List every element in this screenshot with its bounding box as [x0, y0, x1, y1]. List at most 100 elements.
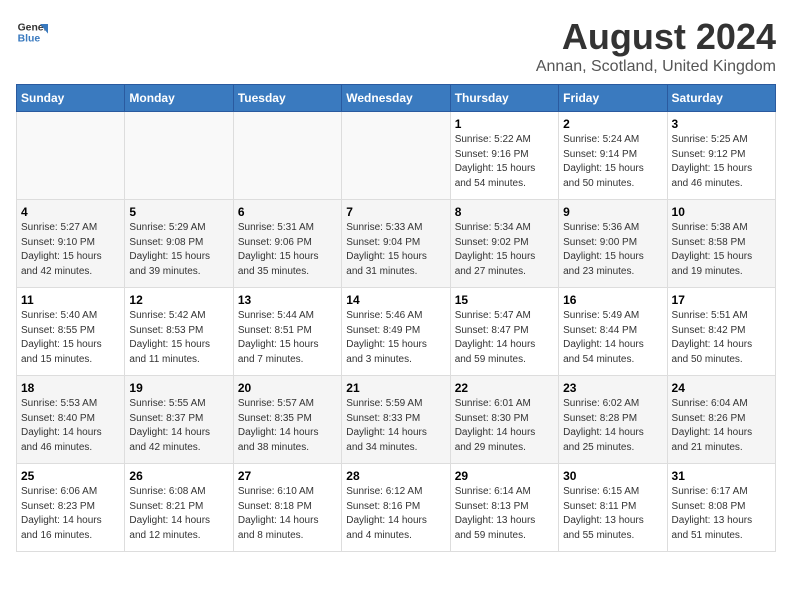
calendar-cell: 20 Sunrise: 5:57 AMSunset: 8:35 PMDayligh… — [233, 376, 341, 464]
calendar-cell — [125, 112, 233, 200]
day-info: Sunrise: 5:29 AMSunset: 9:08 PMDaylight:… — [129, 221, 228, 279]
day-number: 28 — [346, 469, 445, 483]
calendar-cell: 11 Sunrise: 5:40 AMSunset: 8:55 PMDayligh… — [17, 288, 125, 376]
calendar-cell: 1Sunrise: 5:22 AMSunset: 9:16 PMDaylight… — [450, 112, 558, 200]
calendar-cell: 7 Sunrise: 5:33 AMSunset: 9:04 PMDaylight… — [342, 200, 450, 288]
header-thursday: Thursday — [450, 85, 558, 112]
day-number: 19 — [129, 381, 228, 395]
day-number: 9 — [563, 205, 662, 219]
calendar-table: Sunday Monday Tuesday Wednesday Thursday… — [16, 84, 776, 552]
day-number: 16 — [563, 293, 662, 307]
day-number: 10 — [672, 205, 771, 219]
day-number: 18 — [21, 381, 120, 395]
day-number: 21 — [346, 381, 445, 395]
day-number: 1 — [455, 117, 554, 131]
day-number: 25 — [21, 469, 120, 483]
calendar-cell: 30Sunrise: 6:15 AMSunset: 8:11 PMDayligh… — [559, 464, 667, 552]
day-info: Sunrise: 5:49 AMSunset: 8:44 PMDaylight:… — [563, 309, 662, 367]
calendar-cell — [233, 112, 341, 200]
day-info: Sunrise: 5:40 AMSunset: 8:55 PMDaylight:… — [21, 309, 120, 367]
day-info: Sunrise: 5:36 AMSunset: 9:00 PMDaylight:… — [563, 221, 662, 279]
day-number: 29 — [455, 469, 554, 483]
calendar-cell: 19 Sunrise: 5:55 AMSunset: 8:37 PMDayligh… — [125, 376, 233, 464]
calendar-cell: 3 Sunrise: 5:25 AMSunset: 9:12 PMDaylight… — [667, 112, 775, 200]
calendar-cell: 28 Sunrise: 6:12 AMSunset: 8:16 PMDayligh… — [342, 464, 450, 552]
calendar-cell: 15 Sunrise: 5:47 AMSunset: 8:47 PMDayligh… — [450, 288, 558, 376]
day-number: 31 — [672, 469, 771, 483]
day-number: 17 — [672, 293, 771, 307]
calendar-location: Annan, Scotland, United Kingdom — [536, 58, 776, 76]
calendar-cell: 6 Sunrise: 5:31 AMSunset: 9:06 PMDaylight… — [233, 200, 341, 288]
calendar-cell: 2 Sunrise: 5:24 AMSunset: 9:14 PMDaylight… — [559, 112, 667, 200]
day-number: 22 — [455, 381, 554, 395]
day-info: Sunrise: 5:33 AMSunset: 9:04 PMDaylight:… — [346, 221, 445, 279]
day-number: 8 — [455, 205, 554, 219]
calendar-cell: 29 Sunrise: 6:14 AMSunset: 8:13 PMDayligh… — [450, 464, 558, 552]
day-info: Sunrise: 6:02 AMSunset: 8:28 PMDaylight:… — [563, 397, 662, 455]
header-tuesday: Tuesday — [233, 85, 341, 112]
day-info: Sunrise: 5:59 AMSunset: 8:33 PMDaylight:… — [346, 397, 445, 455]
day-number: 11 — [21, 293, 120, 307]
day-info: Sunrise: 5:31 AMSunset: 9:06 PMDaylight:… — [238, 221, 337, 279]
day-info: Sunrise: 5:53 AMSunset: 8:40 PMDaylight:… — [21, 397, 120, 455]
calendar-cell: 18 Sunrise: 5:53 AMSunset: 8:40 PMDayligh… — [17, 376, 125, 464]
calendar-cell: 12 Sunrise: 5:42 AMSunset: 8:53 PMDayligh… — [125, 288, 233, 376]
week-row-0: 1Sunrise: 5:22 AMSunset: 9:16 PMDaylight… — [17, 112, 776, 200]
day-info: Sunrise: 6:06 AMSunset: 8:23 PMDaylight:… — [21, 485, 120, 543]
svg-text:Blue: Blue — [18, 34, 41, 45]
day-number: 14 — [346, 293, 445, 307]
calendar-cell: 8 Sunrise: 5:34 AMSunset: 9:02 PMDaylight… — [450, 200, 558, 288]
header-monday: Monday — [125, 85, 233, 112]
day-number: 7 — [346, 205, 445, 219]
week-row-1: 4 Sunrise: 5:27 AMSunset: 9:10 PMDaylight… — [17, 200, 776, 288]
day-number: 2 — [563, 117, 662, 131]
calendar-header-row: Sunday Monday Tuesday Wednesday Thursday… — [17, 85, 776, 112]
calendar-cell: 9 Sunrise: 5:36 AMSunset: 9:00 PMDaylight… — [559, 200, 667, 288]
day-number: 13 — [238, 293, 337, 307]
calendar-cell: 25 Sunrise: 6:06 AMSunset: 8:23 PMDayligh… — [17, 464, 125, 552]
day-info: Sunrise: 5:57 AMSunset: 8:35 PMDaylight:… — [238, 397, 337, 455]
week-row-4: 25 Sunrise: 6:06 AMSunset: 8:23 PMDayligh… — [17, 464, 776, 552]
page-header: General Blue General Blue August 2024 An… — [16, 16, 776, 76]
day-info: Sunrise: 5:55 AMSunset: 8:37 PMDaylight:… — [129, 397, 228, 455]
day-info: Sunrise: 6:14 AMSunset: 8:13 PMDaylight:… — [455, 485, 554, 543]
calendar-cell: 26Sunrise: 6:08 AMSunset: 8:21 PMDayligh… — [125, 464, 233, 552]
calendar-cell: 10 Sunrise: 5:38 AMSunset: 8:58 PMDayligh… — [667, 200, 775, 288]
calendar-cell — [342, 112, 450, 200]
day-info: Sunrise: 6:12 AMSunset: 8:16 PMDaylight:… — [346, 485, 445, 543]
day-info: Sunrise: 5:44 AMSunset: 8:51 PMDaylight:… — [238, 309, 337, 367]
day-number: 23 — [563, 381, 662, 395]
header-friday: Friday — [559, 85, 667, 112]
day-info: Sunrise: 5:46 AMSunset: 8:49 PMDaylight:… — [346, 309, 445, 367]
day-number: 12 — [129, 293, 228, 307]
calendar-cell — [17, 112, 125, 200]
day-number: 3 — [672, 117, 771, 131]
calendar-cell: 31 Sunrise: 6:17 AMSunset: 8:08 PMDayligh… — [667, 464, 775, 552]
day-info: Sunrise: 6:17 AMSunset: 8:08 PMDaylight:… — [672, 485, 771, 543]
header-wednesday: Wednesday — [342, 85, 450, 112]
day-info: Sunrise: 6:10 AMSunset: 8:18 PMDaylight:… — [238, 485, 337, 543]
day-number: 20 — [238, 381, 337, 395]
calendar-cell: 13 Sunrise: 5:44 AMSunset: 8:51 PMDayligh… — [233, 288, 341, 376]
day-info: Sunrise: 5:27 AMSunset: 9:10 PMDaylight:… — [21, 221, 120, 279]
day-number: 27 — [238, 469, 337, 483]
logo: General Blue General Blue — [16, 16, 48, 48]
calendar-cell: 27 Sunrise: 6:10 AMSunset: 8:18 PMDayligh… — [233, 464, 341, 552]
day-info: Sunrise: 5:34 AMSunset: 9:02 PMDaylight:… — [455, 221, 554, 279]
day-info: Sunrise: 6:01 AMSunset: 8:30 PMDaylight:… — [455, 397, 554, 455]
day-number: 4 — [21, 205, 120, 219]
day-number: 5 — [129, 205, 228, 219]
day-info: Sunrise: 5:42 AMSunset: 8:53 PMDaylight:… — [129, 309, 228, 367]
week-row-2: 11 Sunrise: 5:40 AMSunset: 8:55 PMDayligh… — [17, 288, 776, 376]
day-number: 15 — [455, 293, 554, 307]
day-number: 6 — [238, 205, 337, 219]
day-info: Sunrise: 5:47 AMSunset: 8:47 PMDaylight:… — [455, 309, 554, 367]
calendar-cell: 16 Sunrise: 5:49 AMSunset: 8:44 PMDayligh… — [559, 288, 667, 376]
logo-icon: General Blue — [16, 16, 48, 48]
day-info: Sunrise: 6:15 AMSunset: 8:11 PMDaylight:… — [563, 485, 662, 543]
day-info: Sunrise: 5:38 AMSunset: 8:58 PMDaylight:… — [672, 221, 771, 279]
calendar-cell: 5 Sunrise: 5:29 AMSunset: 9:08 PMDaylight… — [125, 200, 233, 288]
calendar-cell: 21 Sunrise: 5:59 AMSunset: 8:33 PMDayligh… — [342, 376, 450, 464]
day-info: Sunrise: 5:24 AMSunset: 9:14 PMDaylight:… — [563, 133, 662, 191]
day-info: Sunrise: 5:25 AMSunset: 9:12 PMDaylight:… — [672, 133, 771, 191]
